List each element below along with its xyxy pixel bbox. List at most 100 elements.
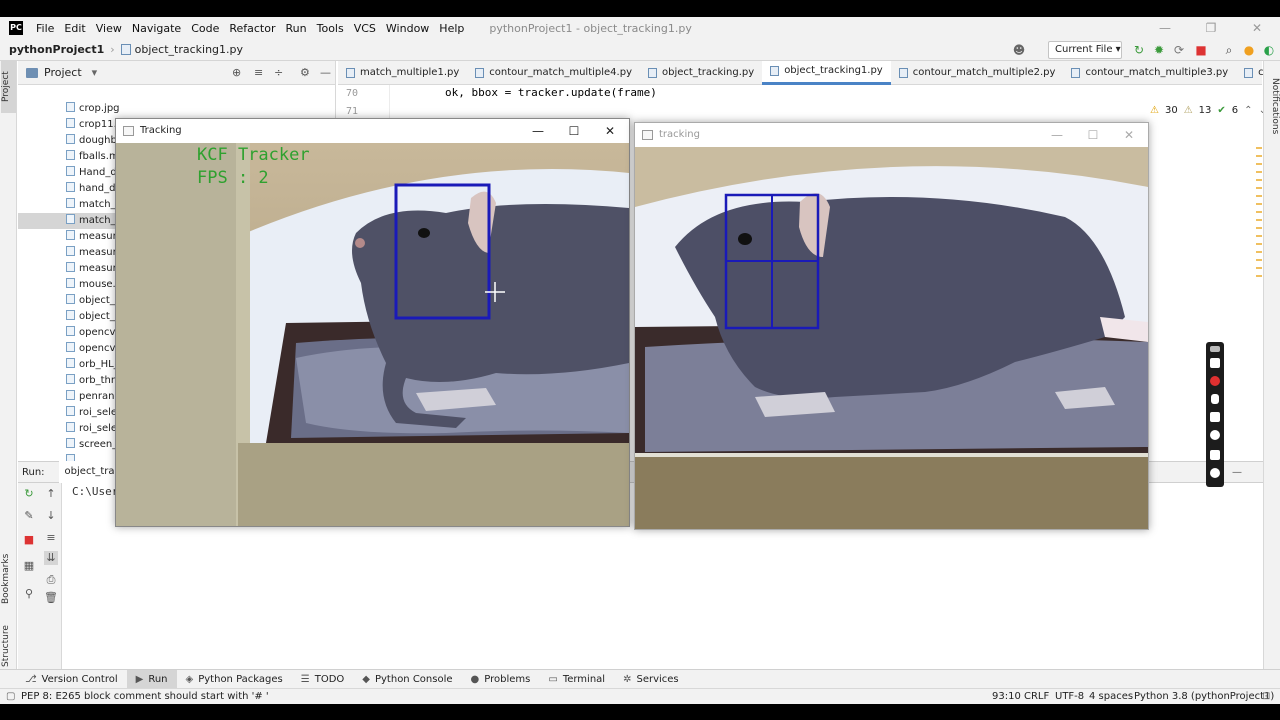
pencil-icon[interactable] (1210, 346, 1220, 352)
python-interpreter[interactable]: Python 3.8 (pythonProject1) (1134, 689, 1274, 704)
project-file-item[interactable]: crop.jpg (18, 101, 336, 117)
soft-wrap-icon[interactable]: ≡ (44, 531, 58, 545)
structure-tool-tab[interactable]: Structure (1, 621, 16, 671)
line-separator[interactable]: CRLF (1024, 689, 1049, 704)
maximize-button[interactable]: ❐ (1188, 17, 1234, 39)
arrow-down-icon[interactable]: ↓ (44, 509, 58, 523)
caret-position[interactable]: 93:10 (992, 689, 1021, 704)
tab-python-packages[interactable]: ◈ Python Packages (177, 670, 292, 689)
hide-icon[interactable]: — (320, 66, 331, 79)
editor-tab-active[interactable]: object_tracking1.py (762, 60, 891, 85)
rerun-icon[interactable]: ↻ (1132, 43, 1146, 57)
menu-file[interactable]: File (31, 22, 59, 35)
editor-tab[interactable]: contour_match_multiple2.py (891, 61, 1064, 85)
editor-tab[interactable]: match_multiple1.py (338, 61, 467, 85)
run-configuration-select[interactable]: Current File ▾ (1048, 41, 1122, 59)
menu-window[interactable]: Window (381, 22, 434, 35)
update-icon[interactable]: ● (1242, 43, 1256, 57)
lock-icon[interactable]: ⊡ (1262, 689, 1270, 704)
file-icon (66, 358, 75, 368)
jetbrains-icon[interactable]: ◐ (1262, 43, 1276, 57)
debug-icon[interactable]: ✹ (1152, 43, 1166, 57)
file-icon (66, 262, 75, 272)
inspection-widget[interactable]: ⚠30 ⚠13 ✔6 ⌃ ⌄ (1150, 105, 1267, 116)
minimize-button[interactable]: — (1142, 17, 1188, 39)
microphone-icon[interactable] (1211, 394, 1219, 404)
file-encoding[interactable]: UTF-8 (1055, 689, 1084, 704)
menu-code[interactable]: Code (186, 22, 224, 35)
window-capture-icon[interactable] (1210, 450, 1220, 460)
menu-help[interactable]: Help (434, 22, 469, 35)
menu-tools[interactable]: Tools (312, 22, 349, 35)
tab-version-control[interactable]: ⎇ Version Control (16, 670, 127, 689)
locate-icon[interactable]: ⊕ (232, 66, 241, 79)
video-frame-2 (635, 147, 1148, 529)
code-line[interactable]: ok, bbox = tracker.update(frame) (445, 86, 657, 99)
tab-terminal[interactable]: ▭ Terminal (539, 670, 614, 689)
tab-problems[interactable]: ● Problems (462, 670, 540, 689)
coverage-icon[interactable]: ⟳ (1172, 43, 1186, 57)
notifications-tool-tab[interactable]: Notifications (1265, 71, 1280, 141)
indent-setting[interactable]: 4 spaces (1089, 689, 1133, 704)
gear-icon[interactable] (1210, 468, 1220, 478)
menu-view[interactable]: View (91, 22, 127, 35)
tab-services[interactable]: ✲ Services (614, 670, 688, 689)
menu-run[interactable]: Run (281, 22, 312, 35)
scroll-to-end-icon[interactable]: ⇊ (44, 551, 58, 565)
hide-icon[interactable]: — (1232, 467, 1242, 478)
file-icon (66, 326, 75, 336)
print-icon[interactable]: ⎙ (44, 573, 58, 587)
camera-icon[interactable] (1210, 358, 1220, 368)
services-icon: ✲ (623, 673, 632, 685)
tab-run[interactable]: ▶ Run (126, 669, 177, 689)
record-icon[interactable] (1210, 376, 1220, 386)
tracking2-window-titlebar[interactable]: tracking — ☐ ✕ (635, 123, 1148, 147)
menu-refactor[interactable]: Refactor (224, 22, 280, 35)
tab-todo[interactable]: ☰ TODO (292, 670, 354, 689)
editor-tab[interactable]: object_tracking.py (640, 61, 762, 85)
layout-icon[interactable]: ▦ (22, 559, 36, 573)
webcam-icon[interactable] (1210, 430, 1220, 440)
close-button[interactable]: ✕ (1111, 123, 1147, 147)
pin-icon[interactable]: ⚲ (22, 587, 36, 601)
maximize-button[interactable]: ☐ (1075, 123, 1111, 147)
tracking-window[interactable]: Tracking — ☐ ✕ KCF Tracker FPS: 2 (115, 118, 630, 527)
close-button[interactable]: ✕ (592, 119, 628, 143)
menu-vcs[interactable]: VCS (349, 22, 381, 35)
menu-navigate[interactable]: Navigate (127, 22, 186, 35)
speaker-icon[interactable] (1210, 412, 1220, 422)
breadcrumb-file[interactable]: object_tracking1.py (135, 43, 243, 56)
maximize-button[interactable]: ☐ (556, 119, 592, 143)
project-panel-title[interactable]: Project (44, 66, 82, 79)
tracking-window-2[interactable]: tracking — ☐ ✕ (634, 122, 1149, 530)
project-tool-tab[interactable]: Project (1, 61, 16, 113)
run-output[interactable]: C:\User (72, 485, 118, 498)
trash-icon[interactable]: 🗑 (44, 591, 58, 605)
tracking2-window-title: tracking (659, 129, 700, 140)
expand-all-icon[interactable]: ≡ (254, 66, 263, 79)
collapse-all-icon[interactable]: ÷ (274, 66, 283, 79)
rerun-icon[interactable]: ↻ (22, 487, 36, 501)
breadcrumb-project[interactable]: pythonProject1 (9, 43, 104, 56)
menu-edit[interactable]: Edit (59, 22, 90, 35)
arrow-up-icon[interactable]: ↑ (44, 487, 58, 501)
chevron-down-icon[interactable]: ▾ (92, 66, 98, 79)
tool-window-bar: ⎇ Version Control ▶ Run ◈ Python Packages ☰… (0, 669, 1280, 689)
search-icon[interactable]: ⌕ (1222, 43, 1236, 57)
user-icon[interactable]: ☻ (1012, 43, 1026, 57)
minimize-button[interactable]: — (520, 119, 556, 143)
minimize-button[interactable]: — (1039, 123, 1075, 147)
gear-icon[interactable]: ⚙ (300, 66, 310, 79)
stop-icon[interactable]: ■ (1194, 43, 1208, 57)
editor-tab[interactable]: contour_match_multiple3.py (1063, 61, 1236, 85)
tab-python-console[interactable]: ◆ Python Console (353, 670, 461, 689)
wrench-icon[interactable]: ✎ (22, 509, 36, 523)
tracking-window-titlebar[interactable]: Tracking — ☐ ✕ (116, 119, 629, 143)
chevron-up-icon[interactable]: ⌃ (1244, 105, 1252, 116)
close-button[interactable]: ✕ (1234, 17, 1280, 39)
editor-tab[interactable]: contour_match_multiple4.py (467, 61, 640, 85)
status-message[interactable]: PEP 8: E265 block comment should start w… (21, 689, 269, 704)
bookmarks-tool-tab[interactable]: Bookmarks (1, 549, 16, 609)
file-icon (66, 166, 75, 176)
stop-icon[interactable]: ■ (22, 533, 36, 547)
